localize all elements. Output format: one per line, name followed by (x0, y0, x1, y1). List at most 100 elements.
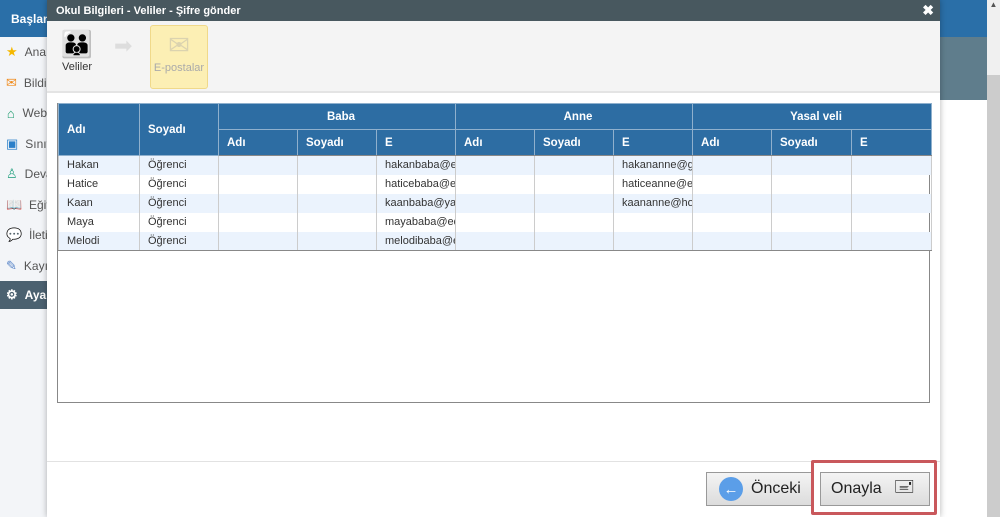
table-cell: haticeanne@ed (612, 174, 694, 194)
table-cell (692, 174, 773, 194)
table-cell (534, 193, 614, 213)
book-icon: ▣ (6, 135, 19, 151)
table-cell: Öğrenci (139, 174, 219, 194)
sidebar-item-label: Bildirimler (23, 75, 47, 90)
table-cell (455, 174, 535, 194)
table-cell: Öğrenci (139, 231, 219, 251)
sidebar-item-label: Ana sayfa (24, 45, 47, 60)
table-cell (612, 212, 694, 232)
step-e-postalar[interactable]: ✉ E-postalar (150, 25, 208, 89)
table-cell (297, 174, 377, 194)
sidebar-item-8[interactable]: ⚙ Ayarlar (0, 281, 47, 309)
home-icon: ⌂ (6, 105, 15, 121)
previous-button[interactable]: ← Önceki (706, 472, 812, 506)
group-baba: Baba (218, 103, 456, 130)
col-surname[interactable]: Soyadı (139, 103, 219, 156)
dialog-footer-divider (47, 461, 940, 462)
table-cell (692, 193, 773, 213)
subcol-baba-0[interactable]: Adı (218, 129, 298, 156)
table-cell: kaananne@hot (612, 193, 694, 213)
table-cell (297, 155, 377, 175)
step-veliler[interactable]: 👪 Veliler (48, 25, 106, 89)
table-cell: Öğrenci (139, 155, 219, 175)
table-cell (851, 231, 933, 251)
group-anne: Anne (454, 103, 694, 130)
sidebar-item-label: Eğitim (29, 197, 47, 212)
sidebar-item-label: İletişim (29, 228, 47, 243)
table-cell (534, 212, 614, 232)
open-book-icon: 📖 (6, 196, 23, 212)
subcol-anne-0[interactable]: Adı (455, 129, 535, 156)
sidebar-item-label: Kayıt (23, 258, 47, 273)
sidebar-item-3[interactable]: ▣ Sınıflar (0, 129, 47, 160)
subcol-baba-1[interactable]: Soyadı (297, 129, 377, 156)
table-cell: Melodi (58, 231, 140, 251)
sidebar-item-5[interactable]: 📖 Eğitim (0, 190, 47, 221)
table-cell: hakananne@gr (612, 155, 694, 175)
table-cell: Öğrenci (139, 212, 219, 232)
arrow-left-icon: ← (719, 477, 743, 501)
dialog: Okul Bilgileri - Veliler - Şifre gönder ✖… (47, 0, 940, 517)
chat-icon: 💬 (6, 227, 23, 243)
parents-table: Adı Soyadı Baba Anne Yasal veli Adı Soyad… (57, 103, 933, 403)
sidebar-header[interactable]: Başlangıç (0, 0, 47, 37)
table-cell (534, 155, 614, 175)
confirm-label: Onayla (831, 480, 882, 497)
table-row[interactable]: Kaan Öğrenci kaanbaba@yah kaananne@hot (58, 193, 933, 213)
sidebar-item-6[interactable]: 💬 İletişim (0, 220, 47, 251)
table-cell (771, 231, 853, 251)
table-row[interactable]: Hakan Öğrenci hakanbaba@ed hakananne@gr (58, 155, 933, 175)
table-cell (771, 155, 853, 175)
table-cell (297, 193, 377, 213)
table-cell (771, 174, 853, 194)
col-name[interactable]: Adı (58, 103, 140, 156)
table-cell (455, 193, 535, 213)
table-cell (692, 155, 773, 175)
gear-icon: ⚙ (6, 287, 18, 302)
table-cell: Hatice (58, 174, 140, 194)
sidebar-item-7[interactable]: ✎ Kayıt (0, 251, 47, 282)
subcol-yasal-1[interactable]: Soyadı (771, 129, 853, 156)
subcol-anne-2[interactable]: E (612, 129, 694, 156)
table-row[interactable]: Maya Öğrenci mayababa@ed (58, 212, 933, 232)
dialog-title-bar: Okul Bilgileri - Veliler - Şifre gönder ✖ (47, 0, 940, 21)
table-cell (297, 212, 377, 232)
step-label: Veliler (62, 61, 92, 73)
envelope-icon: ✉ (168, 30, 190, 60)
table-cell: Kaan (58, 193, 140, 213)
table-row[interactable]: Melodi Öğrenci melodibaba@e (58, 231, 933, 251)
table-cell (612, 231, 694, 251)
sidebar-item-0[interactable]: ★ Ana sayfa (0, 37, 47, 68)
dialog-title: Okul Bilgileri - Veliler - Şifre gönder (56, 4, 241, 17)
table-cell (218, 193, 298, 213)
table-cell (851, 193, 933, 213)
subcol-yasal-0[interactable]: Adı (692, 129, 773, 156)
table-cell (218, 174, 298, 194)
table-cell (771, 193, 853, 213)
stamp-icon: 🖃 (893, 476, 915, 496)
confirm-button[interactable]: Onayla 🖃 (820, 472, 930, 506)
sidebar-item-label: Devam (24, 167, 47, 182)
group-yasal-veli: Yasal veli (692, 103, 933, 130)
table-cell (218, 212, 298, 232)
scroll-up-icon[interactable]: ▲ (987, 0, 1000, 9)
sidebar-item-label: Sınıflar (25, 136, 47, 151)
table-cell: Öğrenci (139, 193, 219, 213)
sidebar-item-label: Ayarlar (24, 288, 47, 302)
table-cell (218, 155, 298, 175)
page-scrollbar[interactable]: ▲ (987, 0, 1000, 517)
previous-label: Önceki (751, 480, 801, 497)
sidebar-item-4[interactable]: ♙ Devam (0, 159, 47, 190)
step-label: E-postalar (153, 62, 205, 74)
subcol-yasal-2[interactable]: E (851, 129, 933, 156)
table-row[interactable]: Hatice Öğrenci haticebaba@ed haticeanne@ed (58, 174, 933, 194)
table-cell: hakanbaba@ed (376, 155, 456, 175)
sidebar: Başlangıç ★ Ana sayfa ✉ Bildirimler ⌂ Web ▣ Sın… (0, 0, 47, 517)
subcol-anne-1[interactable]: Soyadı (534, 129, 614, 156)
sidebar-item-1[interactable]: ✉ Bildirimler (0, 68, 47, 99)
subcol-baba-2[interactable]: E (376, 129, 456, 156)
sidebar-item-2[interactable]: ⌂ Web (0, 98, 47, 129)
table-cell: haticebaba@ed (376, 174, 456, 194)
close-icon[interactable]: ✖ (922, 2, 934, 19)
wizard-steps: 👪 Veliler ➡ ✉ E-postalar (47, 21, 940, 93)
